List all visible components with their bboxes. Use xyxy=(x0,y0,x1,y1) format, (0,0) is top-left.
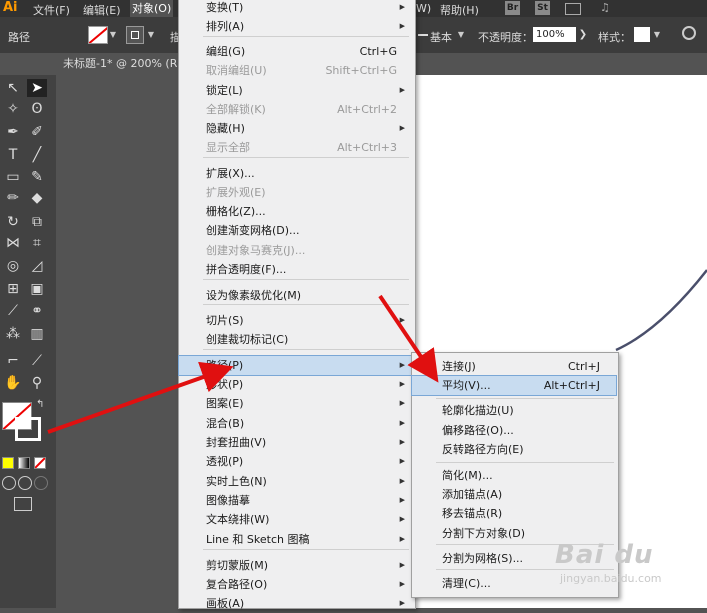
annotation-arrow-2 xyxy=(378,294,439,383)
watermark-logo: Bai du xyxy=(555,540,654,570)
watermark-url: jingyan.baidu.com xyxy=(560,572,662,585)
annotation-overlay xyxy=(47,294,439,434)
annotation-arrow-1 xyxy=(47,361,234,434)
